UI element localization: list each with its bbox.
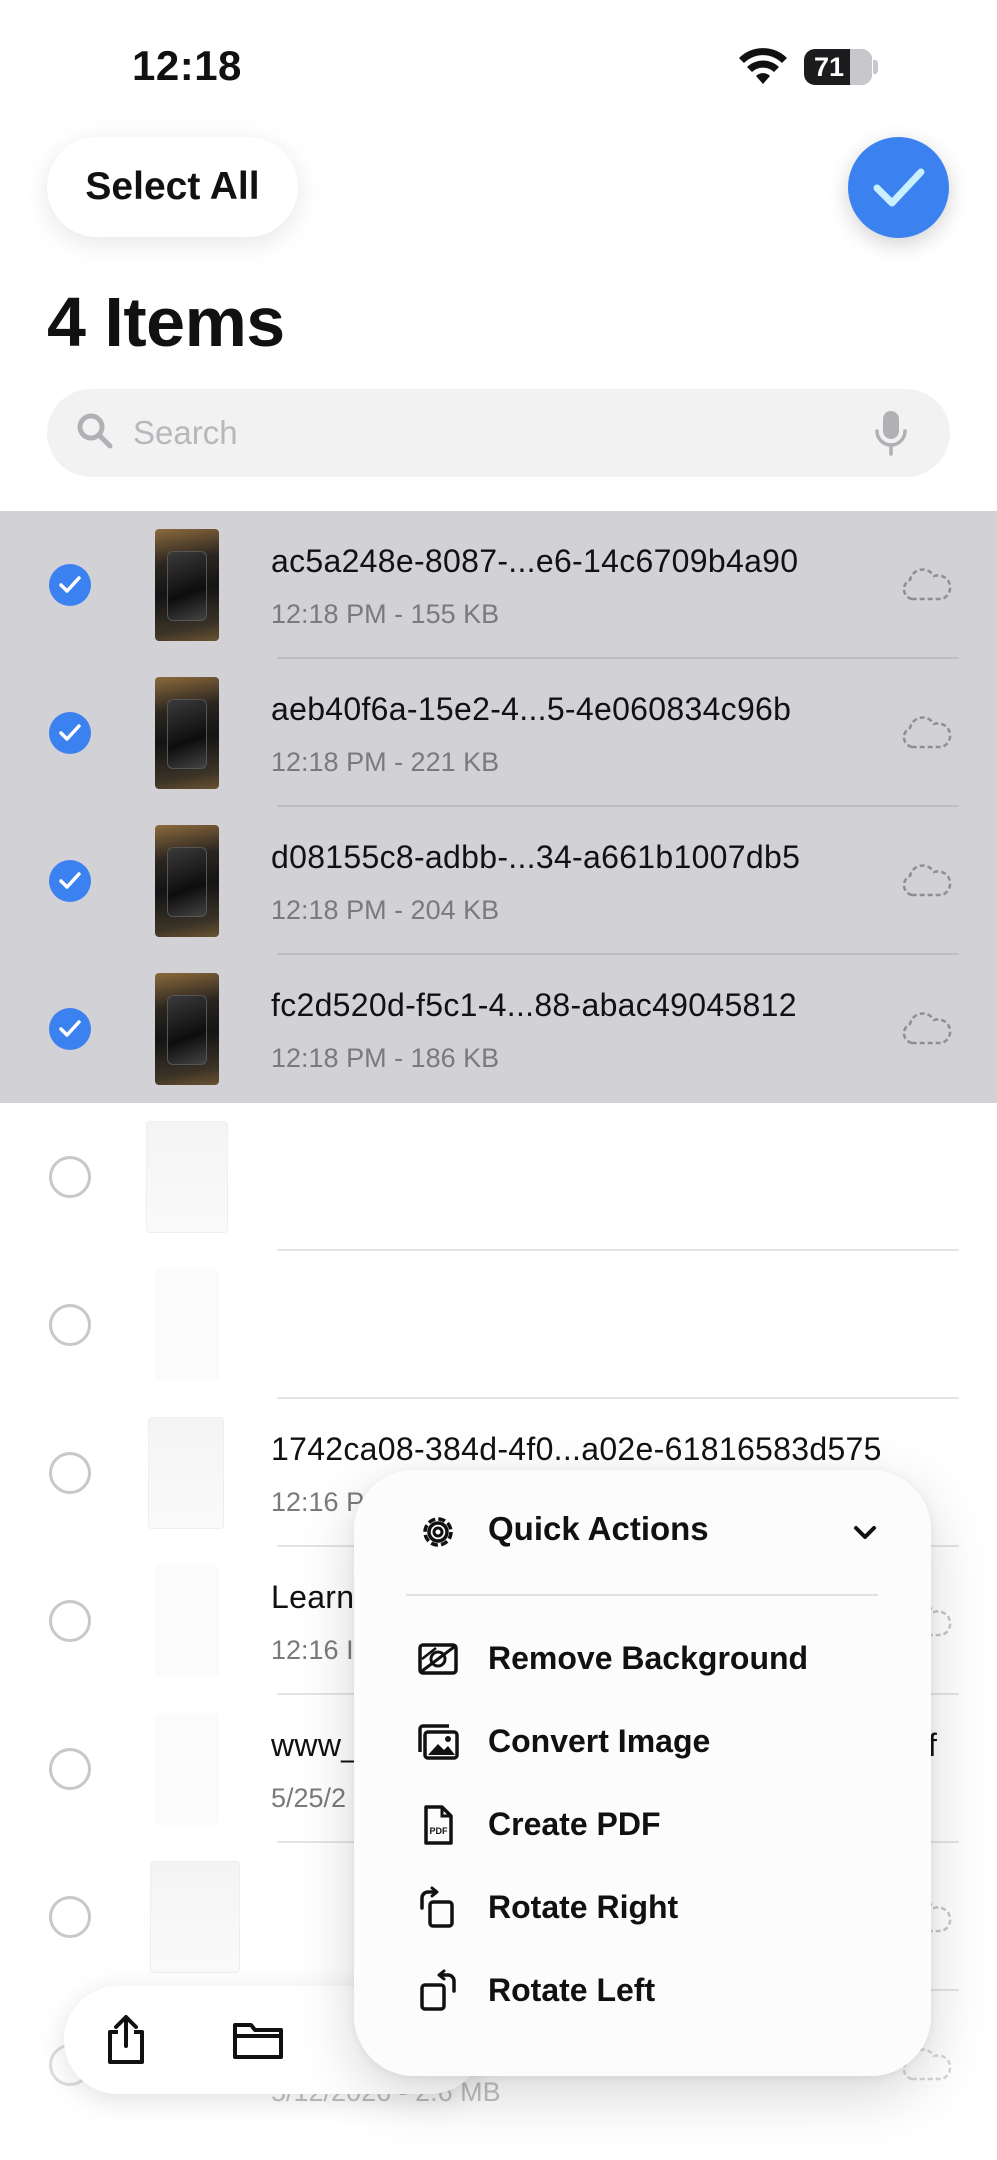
file-thumbnail	[155, 677, 219, 789]
row-checkbox-unchecked[interactable]	[49, 1896, 91, 1938]
file-row[interactable]: ac5a248e-8087-...e6-14c6709b4a90 12:18 P…	[0, 511, 997, 659]
battery-indicator: 71	[804, 49, 872, 85]
menu-item-label: Remove Background	[488, 1640, 809, 1676]
file-name: aeb40f6a-15e2-4...5-4e060834c96b	[271, 691, 792, 727]
cloud-not-downloaded-icon	[902, 716, 952, 749]
file-name: Learn	[271, 1579, 355, 1615]
row-checkbox-unchecked[interactable]	[49, 1156, 91, 1198]
menu-item-label: Rotate Right	[488, 1889, 679, 1925]
file-meta: 12:18 PM - 186 KB	[271, 1043, 500, 1073]
quick-actions-title: Quick Actions	[488, 1510, 709, 1547]
rotate-right-menu-item[interactable]: Rotate Right	[354, 1867, 931, 1949]
file-meta: 12:18 PM - 204 KB	[271, 895, 500, 925]
file-row[interactable]: fc2d520d-f5c1-4...88-abac49045812 12:18 …	[0, 955, 997, 1103]
file-row[interactable]	[0, 1103, 997, 1251]
file-row[interactable]: d08155c8-adbb-...34-a661b1007db5 12:18 P…	[0, 807, 997, 955]
row-checkbox-unchecked[interactable]	[49, 1748, 91, 1790]
file-thumbnail	[150, 1861, 240, 1973]
file-row[interactable]	[0, 1251, 997, 1399]
rotate-left-menu-item[interactable]: Rotate Left	[354, 1950, 931, 2032]
cloud-not-downloaded-icon	[902, 864, 952, 897]
share-button[interactable]	[94, 2008, 158, 2072]
select-all-button[interactable]: Select All	[47, 137, 298, 237]
microphone-icon[interactable]	[873, 409, 909, 457]
convert-image-menu-item[interactable]: Convert Image	[354, 1701, 931, 1783]
file-thumbnail	[155, 825, 219, 937]
rotate-right-icon	[420, 1886, 454, 1928]
file-thumbnail	[155, 1565, 219, 1677]
quick-actions-header[interactable]: Quick Actions	[354, 1470, 931, 1594]
search-icon	[77, 413, 113, 449]
file-thumbnail	[148, 1417, 224, 1529]
remove-background-menu-item[interactable]: Remove Background	[354, 1618, 931, 1700]
file-thumbnail	[155, 1713, 219, 1825]
status-bar: 12:18 71	[0, 0, 997, 130]
file-thumbnail	[146, 1121, 228, 1233]
file-meta: 12:16 P	[271, 1487, 365, 1517]
row-checkbox-unchecked[interactable]	[49, 1600, 91, 1642]
menu-divider	[406, 1594, 878, 1596]
battery-level: 71	[813, 52, 845, 82]
page-title: 4 Items	[47, 283, 285, 361]
rotate-left-icon	[420, 1969, 456, 2011]
file-meta: 12:18 PM - 221 KB	[271, 747, 500, 777]
wifi-icon	[739, 48, 787, 84]
cloud-not-downloaded-icon	[902, 568, 952, 601]
file-name: 1742ca08-384d-4f0...a02e-61816583d575	[271, 1431, 882, 1467]
checkmark-icon	[873, 168, 924, 206]
search-input[interactable]	[133, 389, 873, 477]
row-checkbox-checked[interactable]	[49, 1008, 91, 1050]
row-checkbox-checked[interactable]	[49, 564, 91, 606]
row-checkbox-unchecked[interactable]	[49, 1452, 91, 1494]
file-name: d08155c8-adbb-...34-a661b1007db5	[271, 839, 801, 875]
file-name: fc2d520d-f5c1-4...88-abac49045812	[271, 987, 797, 1023]
row-checkbox-checked[interactable]	[49, 712, 91, 754]
convert-image-icon	[418, 1724, 459, 1760]
row-checkbox-unchecked[interactable]	[49, 1304, 91, 1346]
file-name: www_	[271, 1727, 360, 1763]
battery-nub	[873, 60, 878, 74]
file-meta: 12:18 PM - 155 KB	[271, 599, 500, 629]
pdf-file-icon: PDF	[424, 1805, 453, 1845]
cloud-not-downloaded-icon	[902, 1012, 952, 1045]
svg-text:PDF: PDF	[430, 1826, 449, 1836]
menu-item-label: Create PDF	[488, 1806, 661, 1842]
search-bar[interactable]	[47, 389, 950, 477]
file-name: ac5a248e-8087-...e6-14c6709b4a90	[271, 543, 799, 579]
file-thumbnail	[155, 973, 219, 1085]
row-checkbox-checked[interactable]	[49, 860, 91, 902]
folder-icon	[233, 2023, 283, 2059]
menu-item-label: Convert Image	[488, 1723, 711, 1759]
file-thumbnail	[155, 529, 219, 641]
file-meta: 12:16 I	[271, 1635, 354, 1665]
menu-item-label: Rotate Left	[488, 1972, 656, 2008]
file-row[interactable]: aeb40f6a-15e2-4...5-4e060834c96b 12:18 P…	[0, 659, 997, 807]
move-to-folder-button[interactable]	[226, 2008, 290, 2072]
remove-background-icon	[418, 1643, 458, 1675]
file-meta: 5/25/2	[271, 1783, 347, 1813]
status-time: 12:18	[132, 42, 242, 89]
file-thumbnail	[155, 1269, 219, 1381]
share-icon	[108, 2015, 144, 2064]
chevron-down-icon[interactable]	[848, 1516, 882, 1550]
gear-icon	[423, 1517, 453, 1547]
create-pdf-menu-item[interactable]: PDF Create PDF	[354, 1784, 931, 1866]
quick-actions-menu: Quick Actions Remove Background Convert …	[354, 1470, 931, 2076]
done-button[interactable]	[848, 137, 949, 238]
